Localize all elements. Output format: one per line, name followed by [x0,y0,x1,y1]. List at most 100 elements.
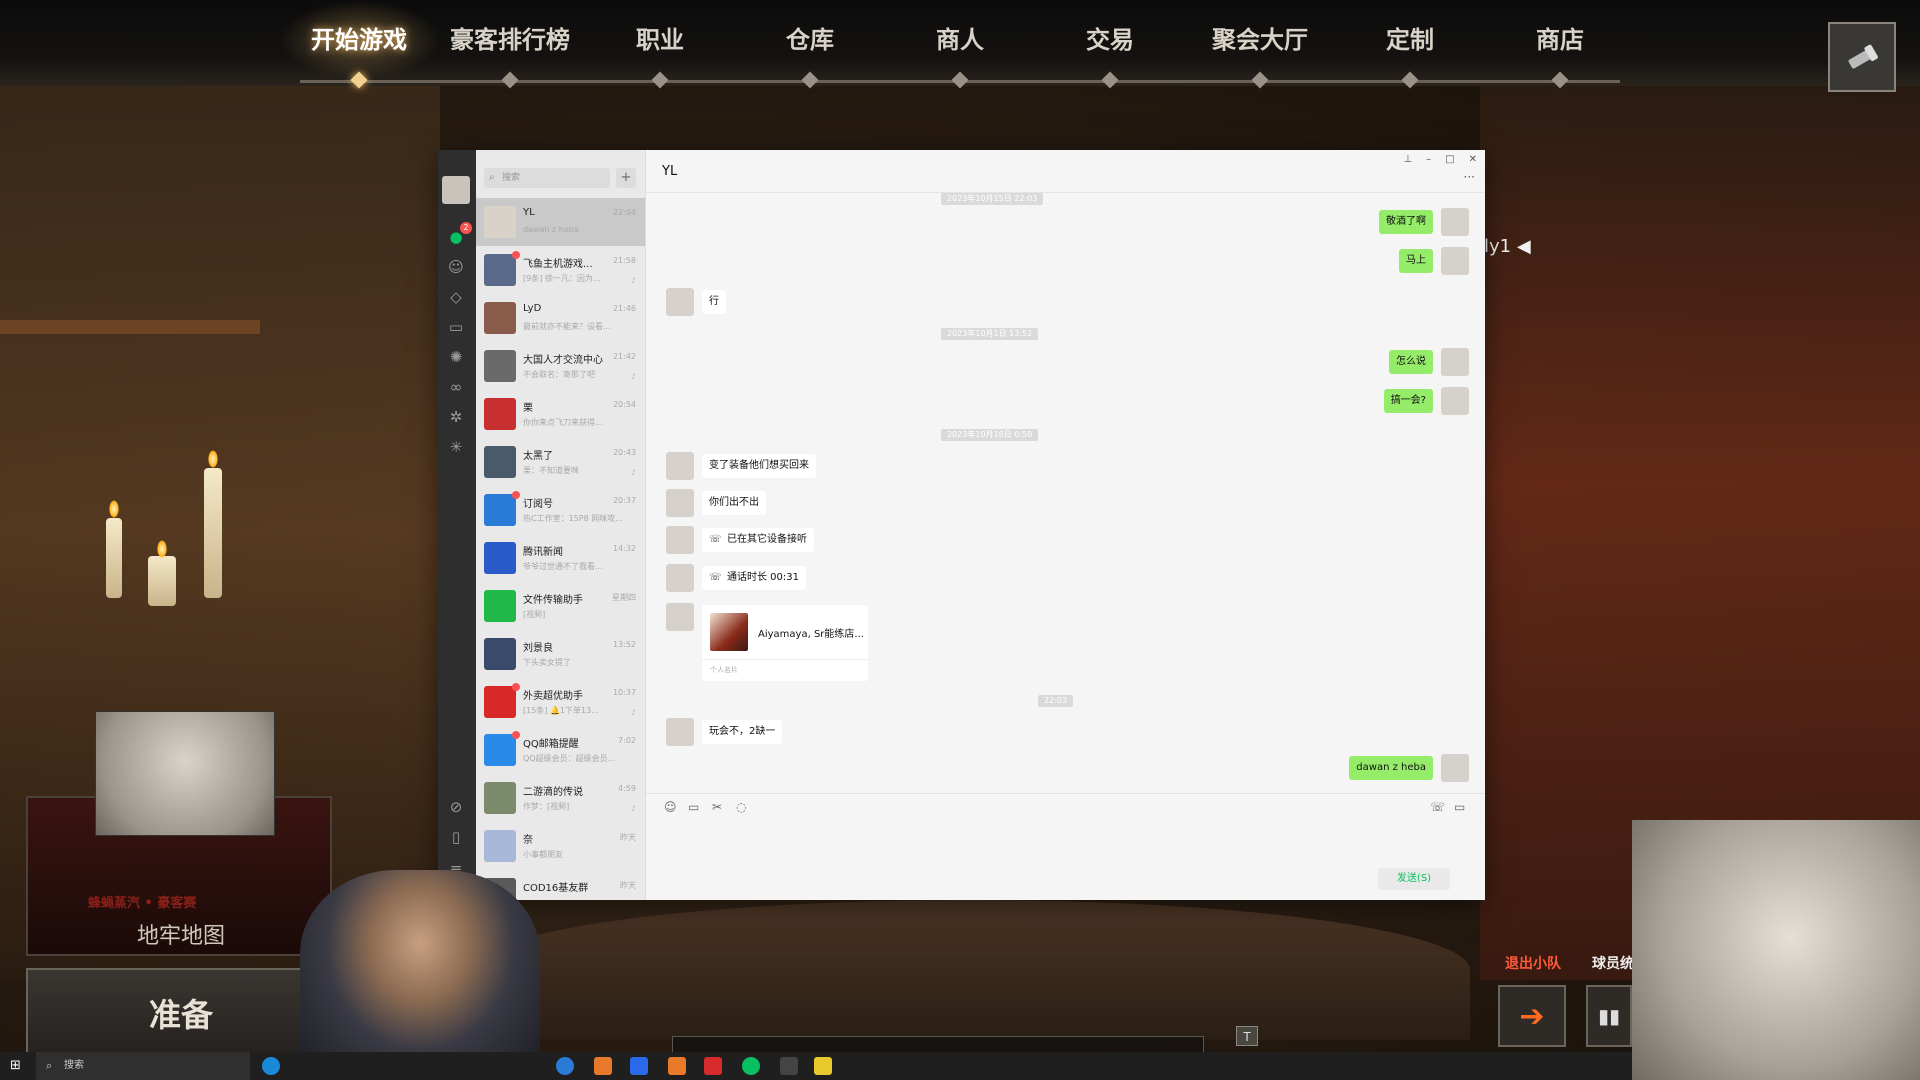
call-record-bubble[interactable]: ☏ 已在其它设备接听 [702,528,814,552]
chat-preview: 你你来点飞刀来获得... [523,418,603,427]
stats-button[interactable]: ▮▮ [1586,985,1632,1047]
chat-list-item[interactable]: 奈 昨天 小事都朋友 [476,822,645,870]
chat-list-item[interactable]: 外卖超优助手 10:37 [15条] 🔔1下单13... ♪ [476,678,645,726]
nav-stash[interactable]: 仓库 [735,20,885,55]
nav-leaderboard[interactable]: 豪客排行榜 [435,20,585,55]
contact-avatar[interactable] [666,564,694,592]
voice-call-icon[interactable]: ☏ [1430,800,1445,814]
leave-party-button[interactable]: ➔ [1498,985,1566,1047]
chat-history-icon[interactable]: ◌ [736,800,746,814]
nav-trade[interactable]: 交易 [1035,20,1185,55]
my-avatar[interactable] [1441,348,1469,376]
message-bubble-sent[interactable]: 搞一会? [1383,389,1433,413]
message-bubble-received[interactable]: 变了装备他们想买回来 [702,454,816,478]
contact-avatar[interactable] [666,489,694,517]
contact-avatar[interactable] [666,718,694,746]
phone-icon[interactable]: ▯ [447,828,465,846]
message-bubble-received[interactable]: 你们出不出 [702,491,766,515]
call-duration-bubble[interactable]: ☏ 通话时长 00:31 [702,566,806,590]
taskbar-search[interactable]: ⌕ 搜索 [36,1052,250,1080]
nav-shop[interactable]: 商店 [1485,20,1635,55]
my-avatar[interactable] [1441,247,1469,275]
send-button[interactable]: 发送(S) [1378,868,1450,890]
contact-avatar[interactable] [666,288,694,316]
search-feature-icon[interactable]: ✳ [447,438,465,456]
nav-merchant[interactable]: 商人 [885,20,1035,55]
chat-list-item[interactable]: 文件传输助手 星期四 [视频] [476,582,645,630]
windows-taskbar: ⊞ ⌕ 搜索 [0,1052,1632,1080]
minimize-icon[interactable]: – [1426,154,1431,165]
app-icon[interactable] [704,1057,722,1075]
contacts-icon[interactable]: ☺ [447,258,465,276]
folder-icon[interactable]: ▭ [688,800,699,814]
nav-class[interactable]: 职业 [585,20,735,55]
mini-program-panel-icon[interactable]: ⊘ [447,798,465,816]
contact-card-message[interactable]: Aiyamaya, Sr能练店... 个人名片 [702,605,868,681]
video-call-icon[interactable]: ▭ [1454,800,1465,814]
chat-list-item[interactable]: 二游滴的传说 4:59 作梦：[视频] ♪ [476,774,645,822]
moments-icon[interactable]: ✺ [447,348,465,366]
app-icon[interactable] [780,1057,798,1075]
chat-list-item[interactable]: 大国人才交流中心 21:42 不会取名：寄那了吧 ♪ [476,342,645,390]
chat-list-item[interactable]: YL 22:04 dawan z heba [476,198,645,246]
wechat-icon[interactable] [742,1057,760,1075]
flame [157,540,167,558]
emoji-icon[interactable]: ☺ [664,800,677,814]
app-icon[interactable] [668,1057,686,1075]
card-name: Aiyamaya, Sr能练店... [758,629,864,640]
call-record-text: 已在其它设备接听 [727,534,807,545]
chat-list-item[interactable]: 刘景良 13:52 下头卖女提了 [476,630,645,678]
my-avatar[interactable] [1441,387,1469,415]
add-button[interactable]: + [616,168,636,188]
more-icon[interactable]: ··· [1464,170,1475,184]
files-icon[interactable]: ▭ [447,318,465,336]
message-bubble-sent[interactable]: dawan z heba [1349,756,1433,780]
timestamp: 2023年10月1日 13:52 [941,328,1039,340]
app-icon[interactable] [556,1057,574,1075]
message-bubble-sent[interactable]: 马上 [1399,249,1433,273]
app-icon[interactable] [594,1057,612,1075]
chat-list-item[interactable]: 太黑了 20:43 栗：不知道要咪 ♪ [476,438,645,486]
my-avatar[interactable] [1441,208,1469,236]
chat-time: 22:04 [612,208,636,217]
windows-start-icon[interactable]: ⊞ [10,1058,26,1074]
ready-button[interactable]: 准备 [26,968,332,1058]
nav-marker [651,71,669,89]
user-avatar[interactable] [442,176,470,204]
channels-icon[interactable]: ∞ [447,378,465,396]
chat-list-item[interactable]: 订阅号 20:37 热C工作室：15P8 网咪攻... [476,486,645,534]
nav-customize[interactable]: 定制 [1335,20,1485,55]
my-avatar[interactable] [1441,754,1469,782]
search-input[interactable]: ⌕ 搜索 [484,168,610,188]
chat-preview: 最前就亦不能来？设看... [523,322,611,331]
contact-avatar[interactable] [666,452,694,480]
app-icon[interactable] [814,1057,832,1075]
maximize-icon[interactable]: □ [1445,154,1454,165]
message-bubble-sent[interactable]: 敬酒了啊 [1379,210,1433,234]
contact-avatar[interactable] [666,603,694,631]
app-icon[interactable] [630,1057,648,1075]
settings-corner-button[interactable] [1828,22,1896,92]
message-bubble-sent[interactable]: 怎么说 [1389,350,1433,374]
edge-icon[interactable] [262,1057,280,1075]
leave-party-label[interactable]: 退出小队 [1505,953,1561,973]
miniprogram-icon[interactable]: ✲ [447,408,465,426]
chat-list-item[interactable]: 飞鱼主机游戏... 21:58 [9条] 徐一凡：因为... ♪ [476,246,645,294]
message-bubble-received[interactable]: 玩会不，2缺一 [702,720,783,744]
chat-avatar [484,590,516,622]
chat-preview: dawan z heba [523,225,579,234]
chat-list-item[interactable]: 栗 20:54 你你来点飞刀来获得... [476,390,645,438]
contact-avatar[interactable] [666,526,694,554]
message-bubble-received[interactable]: 行 [702,290,726,314]
nav-start-game[interactable]: 开始游戏 [284,20,434,55]
call-duration-text: 通话时长 00:31 [727,572,799,583]
chat-list-item[interactable]: 腾讯新闻 14:32 爷爷过世通不了我看... [476,534,645,582]
favorites-icon[interactable]: ◇ [447,288,465,306]
close-icon[interactable]: ✕ [1469,154,1477,165]
chat-list-item[interactable]: QQ邮箱提醒 7:02 QQ超级会员：超级会员... [476,726,645,774]
player-stats-label[interactable]: 球员统 [1592,953,1634,973]
pin-icon[interactable]: ⊥ [1403,154,1412,165]
chat-list-item[interactable]: LyD 21:46 最前就亦不能来？设看... [476,294,645,342]
scissors-icon[interactable]: ✂ [712,800,722,814]
nav-gathering-hall[interactable]: 聚会大厅 [1185,20,1335,55]
